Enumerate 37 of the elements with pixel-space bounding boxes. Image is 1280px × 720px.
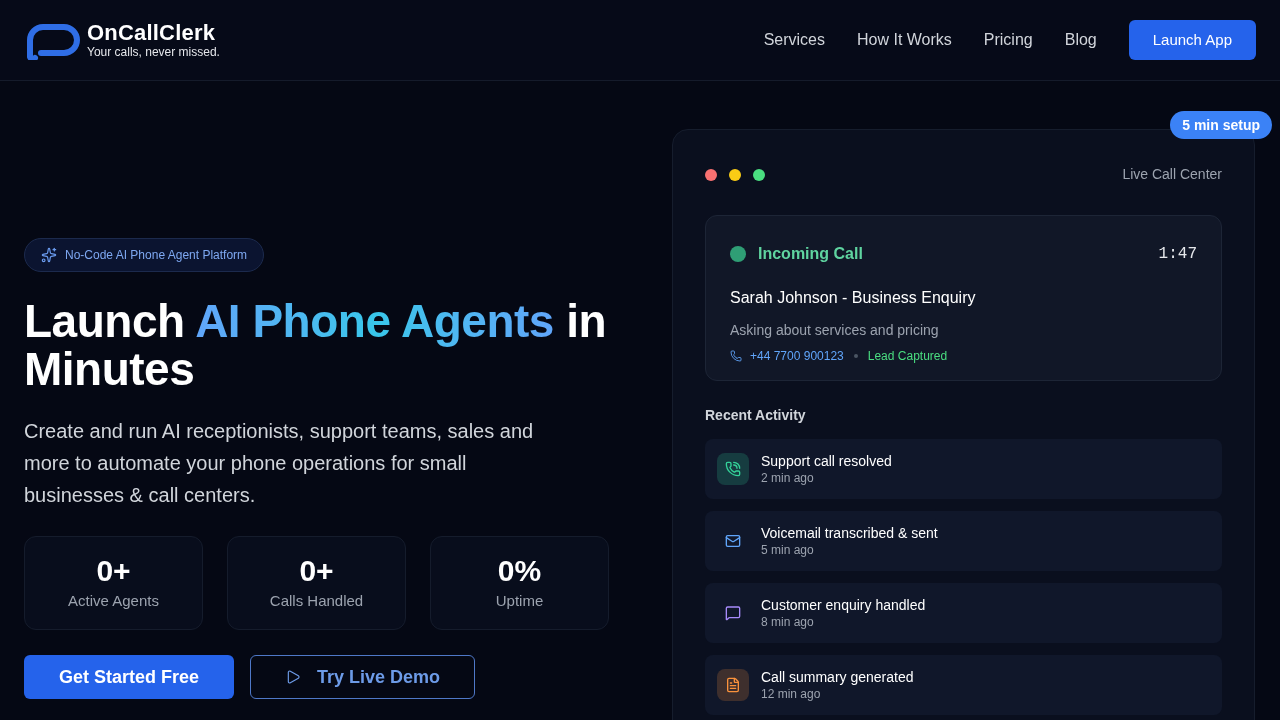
activity-time: 5 min ago bbox=[761, 542, 815, 558]
stat-label: Calls Handled bbox=[269, 590, 364, 611]
nav-link[interactable]: How It Works bbox=[857, 28, 952, 52]
brand-name: OnCallClerk bbox=[87, 21, 217, 45]
stat-value: 0+ bbox=[96, 553, 131, 588]
activity-title: Customer enquiry handled bbox=[761, 596, 926, 614]
stat-value: 0% bbox=[497, 553, 542, 588]
stat-label: Active Agents bbox=[68, 590, 159, 611]
panel-title: Live Call Center bbox=[1122, 165, 1222, 184]
badge-text: No-Code AI Phone Agent Platform bbox=[65, 247, 248, 264]
sparkle-icon bbox=[41, 247, 57, 263]
hero-description: Create and run AI receptionists, support teams, sales and more to automate your phone operations for small businesses & call centers. bbox=[24, 419, 535, 508]
call-timer: 1:47 bbox=[1158, 244, 1197, 265]
call-summary: Asking about services and pricing bbox=[730, 321, 940, 340]
caller-name: Sarah Johnson - Business Enquiry bbox=[730, 288, 977, 308]
nav-link[interactable]: Pricing bbox=[983, 28, 1033, 52]
live-demo-button[interactable]: Try Live Demo bbox=[250, 655, 475, 699]
activity-time: 2 min ago bbox=[761, 470, 815, 486]
nav-link[interactable]: Blog bbox=[1064, 28, 1097, 52]
activity-title: Call summary generated bbox=[761, 668, 914, 686]
setup-badge: 5 min setup bbox=[1170, 111, 1272, 139]
stat-label: Uptime bbox=[495, 590, 544, 611]
caller-phone: +44 7700 900123 bbox=[750, 348, 844, 365]
activity-title: Support call resolved bbox=[761, 452, 892, 470]
hero-heading: Launch AI Phone Agents in Minutes bbox=[24, 297, 608, 393]
lead-tag: Lead Captured bbox=[867, 347, 948, 365]
phone-icon bbox=[730, 350, 742, 362]
stat-value: 0+ bbox=[299, 553, 334, 588]
launch-app-button[interactable]: Launch App bbox=[1128, 20, 1256, 60]
section-heading: Recent Activity bbox=[705, 406, 807, 425]
call-status: Incoming Call bbox=[758, 244, 863, 264]
activity-title: Voicemail transcribed & sent bbox=[761, 524, 938, 542]
activity-time: 8 min ago bbox=[761, 614, 815, 630]
nav-link[interactable]: Services bbox=[763, 28, 825, 52]
get-started-button[interactable]: Get Started Free bbox=[24, 655, 234, 699]
brand-tagline: Your calls, never missed. bbox=[87, 45, 220, 59]
activity-time: 12 min ago bbox=[761, 686, 822, 702]
